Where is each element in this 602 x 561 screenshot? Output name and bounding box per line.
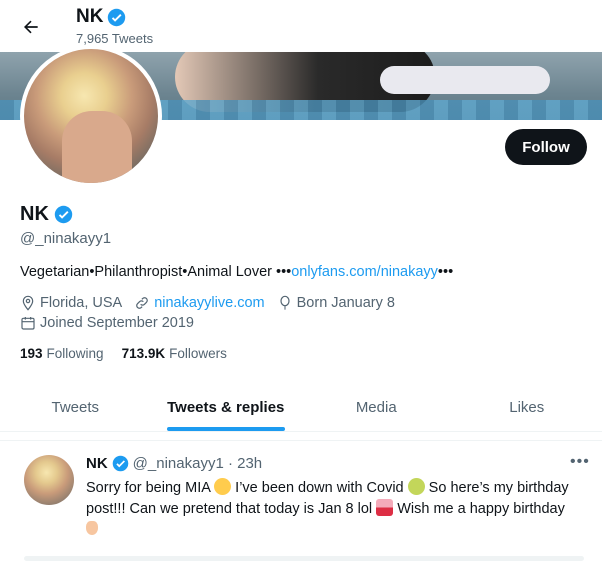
location-text: Florida, USA xyxy=(40,295,123,311)
bio-text: Vegetarian•Philanthropist•Animal Lover •… xyxy=(20,264,292,280)
header-title: NK xyxy=(76,6,126,28)
pointing-hand-emoji-icon xyxy=(86,521,98,535)
joined-text: Joined September 2019 xyxy=(40,315,194,331)
scroll-edge xyxy=(24,556,584,561)
relieved-face-emoji-icon xyxy=(214,478,232,495)
followers-label: Followers xyxy=(169,346,227,361)
profile-meta-row: Florida, USA ninakayylive.com Born Janua… xyxy=(20,295,407,311)
header-name: NK xyxy=(76,6,104,27)
tab-tweets-replies[interactable]: Tweets & replies xyxy=(151,384,302,431)
verified-badge-icon xyxy=(108,8,126,26)
arrow-left-icon xyxy=(24,20,38,34)
birthday-item: Born January 8 xyxy=(277,295,395,311)
location-item: Florida, USA xyxy=(20,295,122,311)
website-link[interactable]: ninakayylive.com xyxy=(154,295,264,311)
following-count: 193 xyxy=(20,346,43,361)
more-options-icon[interactable]: ••• xyxy=(570,453,590,471)
website-item: ninakayylive.com xyxy=(134,295,265,311)
follow-counts: 193 Following 713.9K Followers xyxy=(20,346,227,361)
profile-display-name: NK xyxy=(20,203,49,225)
following-label: Following xyxy=(46,346,104,361)
back-arrow-button[interactable] xyxy=(14,10,48,44)
tweet-author-name[interactable]: NK xyxy=(86,455,108,472)
tweet-text-part: Sorry for being MIA xyxy=(86,480,215,496)
birthday-cake-emoji-icon xyxy=(376,499,394,516)
location-pin-icon xyxy=(22,295,34,311)
joined-item: Joined September 2019 xyxy=(20,315,194,331)
nauseated-face-emoji-icon xyxy=(407,478,425,495)
link-icon xyxy=(136,297,149,309)
birthday-text: Born January 8 xyxy=(296,295,395,311)
follow-button[interactable]: Follow xyxy=(505,129,587,165)
followers-count: 713.9K xyxy=(121,346,166,361)
avatar-detail xyxy=(62,111,132,183)
tweet-count: 7,965 Tweets xyxy=(76,31,154,46)
verified-badge-icon xyxy=(54,205,73,224)
profile-name: NK xyxy=(20,203,73,226)
tweet-item[interactable]: NK @_ninakayy1 · 23h ••• Sorry for being… xyxy=(0,440,602,561)
tweet-handle-time: @_ninakayy1 · 23h xyxy=(132,455,263,472)
profile-tabs: Tweets Tweets & replies Media Likes xyxy=(0,384,602,432)
tab-likes[interactable]: Likes xyxy=(452,384,602,431)
tweet-header: NK @_ninakayy1 · 23h xyxy=(86,455,262,472)
tab-tweets[interactable]: Tweets xyxy=(0,384,151,431)
tab-media[interactable]: Media xyxy=(301,384,452,431)
profile-handle: @_ninakayy1 xyxy=(20,230,112,247)
bio-link[interactable]: onlyfans.com/ninakayy xyxy=(291,264,438,280)
followers-link[interactable]: 713.9K Followers xyxy=(122,346,227,361)
following-link[interactable]: 193 Following xyxy=(20,346,104,361)
tweet-avatar[interactable] xyxy=(24,455,74,505)
tweet-text-continued xyxy=(86,519,98,535)
tweet-text: Sorry for being MIA I’ve been down with … xyxy=(86,478,591,520)
calendar-icon xyxy=(21,317,35,330)
balloon-icon xyxy=(280,295,290,310)
profile-avatar[interactable] xyxy=(20,45,162,187)
bio-suffix: ••• xyxy=(437,264,454,280)
banner-detail xyxy=(380,66,550,94)
tweet-text-part: I’ve been down with Covid xyxy=(231,480,408,496)
verified-badge-icon xyxy=(112,455,128,472)
profile-bio: Vegetarian•Philanthropist•Animal Lover •… xyxy=(20,264,453,280)
tweet-text-part: Wish me a happy birthday xyxy=(393,501,565,517)
